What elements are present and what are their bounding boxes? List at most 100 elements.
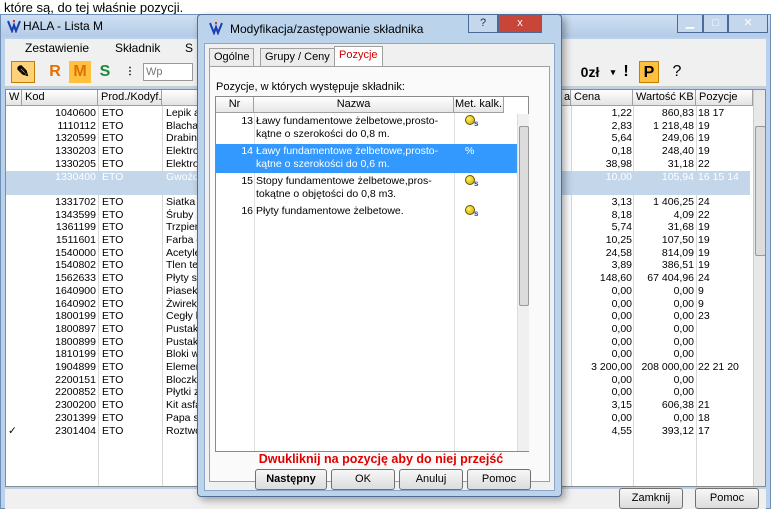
col-header-prod[interactable]: Prod./Kodyf. [98, 90, 162, 106]
cell-poz: 9 [698, 297, 704, 310]
calc-method-icon: s [465, 175, 478, 188]
cell-wartosc: 105,94 [661, 170, 694, 183]
help-pointer-icon[interactable]: ? [667, 61, 687, 83]
bang-button[interactable]: ! [619, 61, 633, 83]
cell-prod: ETO [102, 208, 124, 221]
s-button[interactable]: S [95, 61, 115, 83]
p-button[interactable]: P [639, 61, 659, 83]
tab-grupy-ceny[interactable]: Grupy / Ceny [260, 48, 335, 66]
cell-kod: 1511601 [55, 234, 96, 246]
cancel-button[interactable]: Anuluj [399, 469, 463, 490]
cell-kod: 1904899 [55, 361, 96, 373]
position-item[interactable]: 14 Ławy fundamentowe żelbetowe,prosto-kąt… [216, 144, 518, 173]
cell-prod: ETO [102, 322, 124, 335]
cell-wartosc: 393,12 [661, 424, 694, 437]
dialog-close-button[interactable]: x [498, 15, 542, 33]
cell-poz: 19 [698, 132, 710, 145]
r-button[interactable]: R [45, 61, 65, 83]
m-button[interactable]: M [69, 61, 91, 83]
cell-poz: 18 [698, 411, 710, 424]
app-logo-icon [209, 22, 223, 35]
cell-prod: ETO [102, 386, 124, 399]
search-input[interactable]: Wp [143, 63, 193, 81]
cell-cena: 3 200,00 [591, 361, 632, 373]
close-main-button[interactable]: Zamknij [619, 488, 683, 509]
position-name: Ławy fundamentowe żelbetowe,prosto-kątne… [256, 115, 452, 141]
cell-poz: 24 [698, 195, 710, 208]
cell-wartosc: 0,00 [673, 386, 694, 399]
cell-prod: ETO [102, 335, 124, 348]
position-item[interactable]: 15 Stopy fundamentowe żelbetowe,pros-toką… [216, 174, 518, 203]
position-name-line1: Stopy fundamentowe żelbetowe,pros- [256, 175, 432, 187]
tab-ogolne[interactable]: Ogólne [209, 48, 255, 66]
positions-scrollbar[interactable] [517, 114, 529, 451]
position-name-line2: kątne o szerokości do 0,6 m. [256, 158, 390, 170]
cell-poz: 19 [698, 259, 710, 272]
cell-prod: ETO [102, 297, 124, 310]
cell-cena: 3,13 [611, 195, 632, 208]
col-header-pozycje[interactable]: Pozycje [696, 90, 753, 106]
cell-prod: ETO [102, 310, 124, 323]
position-item[interactable]: 13 Ławy fundamentowe żelbetowe,prosto-kąt… [216, 114, 518, 143]
col-header-cena[interactable]: Cena [571, 90, 633, 106]
cell-kod: 1800897 [55, 322, 96, 335]
dialog-help-button[interactable]: ? [468, 15, 498, 33]
cell-cena: 0,00 [611, 386, 632, 399]
cell-wartosc: 814,09 [661, 246, 694, 259]
col-header-a[interactable]: a [561, 90, 571, 106]
col-header-kod[interactable]: Kod [22, 90, 98, 106]
menu-s[interactable]: S [185, 41, 193, 55]
cell-wartosc: 31,18 [667, 157, 694, 170]
cell-prod: ETO [102, 361, 124, 373]
cell-kod: 1800199 [55, 310, 96, 323]
cell-cena: 2,83 [611, 119, 632, 132]
cell-wartosc: 0,00 [673, 373, 694, 386]
cell-wartosc: 860,83 [661, 107, 694, 119]
menu-skladnik[interactable]: Składnik [115, 41, 160, 55]
edit-icon[interactable]: ✎ [11, 61, 35, 83]
ok-button[interactable]: OK [331, 469, 395, 490]
cell-poz: 19 [698, 145, 710, 158]
positions-list[interactable]: Nr Nazwa Met. kalk. 13 Ławy fundamentowe … [215, 96, 529, 452]
cell-kod: 1540000 [55, 246, 96, 259]
cell-prod: ETO [102, 424, 124, 437]
cell-poz: 22 [698, 157, 710, 170]
tab-pozycje[interactable]: Pozycje [334, 46, 383, 67]
table-scrollbar[interactable] [753, 90, 765, 486]
minimize-button[interactable]: ▁ [677, 15, 703, 33]
col-header-w[interactable]: W [6, 90, 22, 106]
cell-cena: 10,25 [605, 234, 632, 246]
position-item[interactable]: 16 Płyty fundamentowe żelbetowe. s [216, 204, 518, 218]
cell-poz: 19 [698, 234, 710, 246]
col-header-wartosc[interactable]: Wartość KB [633, 90, 696, 106]
col-header-nazwa[interactable]: Nazwa [254, 97, 454, 113]
zl-button[interactable]: 0zł [575, 61, 605, 83]
cell-poz: 16 15 14 [698, 170, 739, 183]
cell-poz: 24 [698, 272, 710, 285]
position-name: Stopy fundamentowe żelbetowe,pros-tokątn… [256, 175, 452, 201]
cell-prod: ETO [102, 170, 124, 183]
cell-wartosc: 249,06 [661, 132, 694, 145]
cell-wartosc: 0,00 [673, 348, 694, 361]
cell-poz: 21 [698, 399, 710, 412]
cell-wartosc: 248,40 [661, 145, 694, 158]
cell-prod: ETO [102, 411, 124, 424]
help-button[interactable]: Pomoc [467, 469, 531, 490]
col-header-nr[interactable]: Nr [216, 97, 254, 113]
sort-icon[interactable]: ⋮ [123, 61, 137, 83]
position-name-line2: kątne o szerokości do 0,8 m. [256, 128, 390, 140]
cell-kod: 1110112 [57, 119, 96, 132]
next-button[interactable]: Następny [255, 469, 327, 490]
menu-zestawienie[interactable]: Zestawienie [25, 41, 89, 55]
chevron-down-icon[interactable]: ▾ [609, 61, 617, 83]
cell-kod: 1640902 [55, 297, 96, 310]
close-button[interactable]: ✕ [728, 15, 768, 33]
cell-kod: 1330205 [55, 157, 96, 170]
cell-wartosc: 386,51 [661, 259, 694, 272]
cell-cena: 3,89 [611, 259, 632, 272]
cell-cena: 5,74 [611, 221, 632, 234]
cell-wartosc: 0,00 [673, 335, 694, 348]
help-main-button[interactable]: Pomoc [695, 488, 759, 509]
col-header-met-kalk[interactable]: Met. kalk. [454, 97, 504, 113]
maximize-button[interactable]: □ [703, 15, 728, 33]
